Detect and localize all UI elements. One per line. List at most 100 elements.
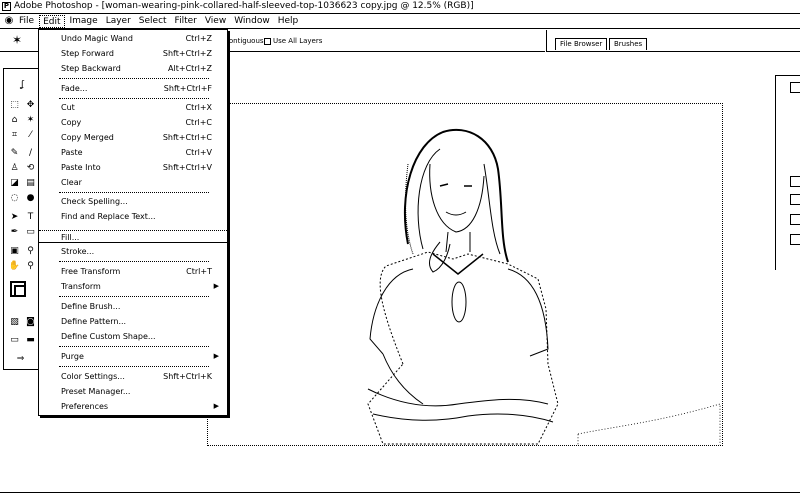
menu-item-shortcut: Shft+Ctrl+K bbox=[163, 372, 212, 381]
menu-item-label: Fade... bbox=[61, 84, 88, 93]
palette-icon[interactable] bbox=[790, 82, 800, 93]
menu-item-label: Copy Merged bbox=[61, 133, 114, 142]
screen-mode-icon[interactable]: ▭ bbox=[8, 334, 21, 346]
photoshop-eye-icon[interactable]: ◉ bbox=[2, 15, 16, 27]
checkbox-box[interactable] bbox=[264, 37, 271, 45]
menu-item-purge[interactable]: Purge ▶ bbox=[39, 350, 227, 363]
use-all-layers-checkbox[interactable]: Use All Layers bbox=[264, 37, 322, 45]
menu-item-define-brush[interactable]: Define Brush... bbox=[39, 300, 227, 313]
full-screen-icon[interactable]: ▬ bbox=[24, 334, 37, 346]
lasso-tool-icon[interactable]: ʆ bbox=[16, 79, 29, 91]
menu-separator bbox=[59, 296, 209, 297]
magic-wand-icon[interactable]: ✶ bbox=[12, 33, 22, 47]
menu-item-shortcut: Ctrl+C bbox=[185, 118, 212, 127]
menu-item-label: Define Pattern... bbox=[61, 317, 127, 326]
magic-wand-tool-icon[interactable]: ✶ bbox=[24, 114, 37, 126]
menu-item-undo-magic-wand[interactable]: Undo Magic Wand Ctrl+Z bbox=[39, 32, 227, 45]
menu-item-check-spelling[interactable]: Check Spelling... bbox=[39, 195, 227, 208]
menu-item-preset-manager[interactable]: Preset Manager... bbox=[39, 385, 227, 398]
status-divider bbox=[0, 492, 800, 493]
menu-item-step-forward[interactable]: Step Forward Shft+Ctrl+Z bbox=[39, 47, 227, 60]
quick-mask-icon[interactable]: ▧ bbox=[8, 316, 21, 328]
move-tool-icon[interactable]: ✥ bbox=[24, 99, 37, 111]
triangle-right-icon: ▶ bbox=[213, 352, 219, 360]
menu-item-label: Preset Manager... bbox=[61, 387, 131, 396]
menu-item-paste-into[interactable]: Paste Into Shft+Ctrl+V bbox=[39, 161, 227, 174]
tab-file-browser[interactable]: File Browser bbox=[555, 38, 608, 50]
healing-brush-icon[interactable]: ✎ bbox=[8, 147, 21, 159]
menu-filter[interactable]: Filter bbox=[172, 15, 200, 28]
clone-stamp-icon[interactable]: ♙ bbox=[8, 162, 21, 174]
slice-tool-icon[interactable]: ⁄ bbox=[24, 129, 37, 141]
menu-item-label: Purge bbox=[61, 352, 84, 361]
menu-item-label: Define Brush... bbox=[61, 302, 121, 311]
menu-item-label: Clear bbox=[61, 178, 82, 187]
menu-help[interactable]: Help bbox=[275, 15, 302, 28]
menu-select[interactable]: Select bbox=[136, 15, 170, 28]
menu-item-fill[interactable]: Fill... bbox=[39, 230, 227, 243]
palette-icon[interactable] bbox=[790, 194, 800, 205]
type-tool-icon[interactable]: T bbox=[24, 211, 37, 223]
menu-item-shortcut: Shft+Ctrl+V bbox=[162, 163, 212, 172]
foreground-color-swatch[interactable] bbox=[10, 281, 26, 297]
menu-item-free-transform[interactable]: Free Transform Ctrl+T bbox=[39, 265, 227, 278]
woman-photo-line-art bbox=[367, 128, 721, 445]
window-title: Adobe Photoshop - [woman-wearing-pink-co… bbox=[14, 1, 474, 11]
history-brush-icon[interactable]: ⟲ bbox=[24, 162, 37, 174]
menu-item-copy-merged[interactable]: Copy Merged Shft+Ctrl+C bbox=[39, 131, 227, 144]
menu-image[interactable]: Image bbox=[67, 15, 101, 28]
menu-separator bbox=[59, 192, 209, 193]
menu-item-define-pattern[interactable]: Define Pattern... bbox=[39, 315, 227, 328]
triangle-right-icon: ▶ bbox=[213, 402, 219, 410]
crop-tool-icon[interactable]: ⌗ bbox=[8, 129, 21, 141]
polygon-lasso-icon[interactable]: ⌂ bbox=[8, 114, 21, 126]
menu-item-label: Fill... bbox=[61, 233, 80, 242]
menu-item-preferences[interactable]: Preferences ▶ bbox=[39, 400, 227, 413]
menu-file[interactable]: File bbox=[16, 15, 37, 28]
menu-item-fade[interactable]: Fade... Shft+Ctrl+F bbox=[39, 82, 227, 95]
menu-item-label: Stroke... bbox=[61, 247, 95, 256]
zoom-tool-icon[interactable]: ⚲ bbox=[24, 260, 37, 272]
menu-item-shortcut: Ctrl+V bbox=[185, 148, 212, 157]
jump-to-imageready-icon[interactable]: ⇒ bbox=[14, 353, 27, 365]
eyedropper-icon[interactable]: ⚲ bbox=[24, 245, 37, 257]
tab-brushes[interactable]: Brushes bbox=[609, 38, 648, 50]
menu-separator bbox=[59, 346, 209, 347]
menu-item-define-custom-shape[interactable]: Define Custom Shape... bbox=[39, 330, 227, 343]
path-select-icon[interactable]: ➤ bbox=[8, 211, 21, 223]
eraser-tool-icon[interactable]: ◪ bbox=[8, 177, 21, 189]
menu-item-stroke[interactable]: Stroke... bbox=[39, 245, 227, 258]
menu-item-transform[interactable]: Transform ▶ bbox=[39, 280, 227, 293]
dodge-tool-icon[interactable]: ● bbox=[24, 192, 37, 204]
menu-item-shortcut: Alt+Ctrl+Z bbox=[168, 64, 212, 73]
menu-item-label: Define Custom Shape... bbox=[61, 332, 156, 341]
standard-mode-icon[interactable]: ◙ bbox=[24, 316, 37, 328]
palette-icon[interactable] bbox=[790, 176, 800, 187]
notes-tool-icon[interactable]: ▣ bbox=[8, 245, 21, 257]
menu-item-cut[interactable]: Cut Ctrl+X bbox=[39, 101, 227, 114]
shape-tool-icon[interactable]: ▭ bbox=[24, 226, 37, 238]
menu-item-label: Find and Replace Text... bbox=[61, 212, 156, 221]
pen-tool-icon[interactable]: ✒ bbox=[8, 226, 21, 238]
hand-tool-icon[interactable]: ✋ bbox=[8, 260, 21, 272]
menu-layer[interactable]: Layer bbox=[103, 15, 134, 28]
menu-item-step-backward[interactable]: Step Backward Alt+Ctrl+Z bbox=[39, 62, 227, 75]
palette-icon[interactable] bbox=[790, 234, 800, 245]
menu-item-shortcut: Ctrl+T bbox=[186, 267, 212, 276]
menu-item-color-settings[interactable]: Color Settings... Shft+Ctrl+K bbox=[39, 370, 227, 383]
marquee-tool-icon[interactable]: ⬚ bbox=[8, 99, 21, 111]
menu-item-clear[interactable]: Clear bbox=[39, 176, 227, 189]
brush-tool-icon[interactable]: ∕ bbox=[24, 147, 37, 159]
menu-item-label: Color Settings... bbox=[61, 372, 125, 381]
document-canvas[interactable] bbox=[207, 103, 723, 446]
menu-window[interactable]: Window bbox=[231, 15, 273, 28]
menu-item-copy[interactable]: Copy Ctrl+C bbox=[39, 116, 227, 129]
menu-edit[interactable]: Edit bbox=[39, 14, 65, 28]
contiguous-label: Contiguous bbox=[224, 37, 264, 45]
menu-view[interactable]: View bbox=[202, 15, 229, 28]
gradient-tool-icon[interactable]: ▤ bbox=[24, 177, 37, 189]
palette-icon[interactable] bbox=[790, 214, 800, 225]
blur-tool-icon[interactable]: ◌ bbox=[8, 192, 21, 204]
menu-item-find-replace[interactable]: Find and Replace Text... bbox=[39, 210, 227, 223]
menu-item-paste[interactable]: Paste Ctrl+V bbox=[39, 146, 227, 159]
